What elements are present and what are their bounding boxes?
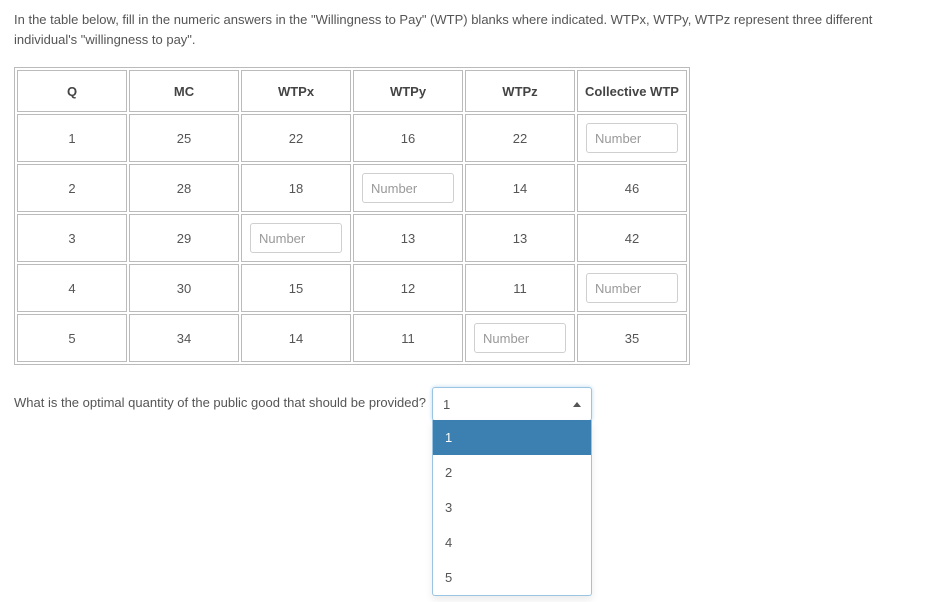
wtpy-input[interactable] bbox=[362, 173, 454, 203]
table-row: 430151211 bbox=[17, 264, 687, 312]
dropdown-option[interactable]: 3 bbox=[433, 490, 591, 525]
wtp-table: Q MC WTPx WTPy WTPz Collective WTP 12522… bbox=[14, 67, 690, 365]
wtpx-cell: 14 bbox=[241, 314, 351, 362]
wtpy-cell: 16 bbox=[353, 114, 463, 162]
cwtp-cell: 46 bbox=[577, 164, 687, 212]
cwtp-input[interactable] bbox=[586, 273, 678, 303]
dropdown-option[interactable]: 2 bbox=[433, 455, 591, 490]
q-cell: 3 bbox=[17, 214, 127, 262]
mc-cell: 29 bbox=[129, 214, 239, 262]
instructions-text: In the table below, fill in the numeric … bbox=[14, 10, 924, 49]
question-text: What is the optimal quantity of the publ… bbox=[14, 387, 426, 410]
dropdown-option[interactable]: 1 bbox=[433, 420, 591, 455]
wtpz-cell: 14 bbox=[465, 164, 575, 212]
header-cwtp: Collective WTP bbox=[577, 70, 687, 112]
q-cell: 4 bbox=[17, 264, 127, 312]
dropdown-option[interactable]: 5 bbox=[433, 560, 591, 595]
wtpx-cell: 15 bbox=[241, 264, 351, 312]
q-cell: 5 bbox=[17, 314, 127, 362]
header-q: Q bbox=[17, 70, 127, 112]
quantity-dropdown[interactable]: 1 12345 bbox=[432, 387, 592, 421]
wtpx-cell: 18 bbox=[241, 164, 351, 212]
cwtp-input[interactable] bbox=[586, 123, 678, 153]
wtpz-cell: 13 bbox=[465, 214, 575, 262]
mc-cell: 25 bbox=[129, 114, 239, 162]
header-wtpz: WTPz bbox=[465, 70, 575, 112]
mc-cell: 28 bbox=[129, 164, 239, 212]
mc-cell: 34 bbox=[129, 314, 239, 362]
wtpz-cell: 11 bbox=[465, 264, 575, 312]
wtpx-input[interactable] bbox=[250, 223, 342, 253]
cwtp-cell: 42 bbox=[577, 214, 687, 262]
cwtp-cell: 35 bbox=[577, 314, 687, 362]
wtpx-cell: 22 bbox=[241, 114, 351, 162]
q-cell: 1 bbox=[17, 114, 127, 162]
table-header-row: Q MC WTPx WTPy WTPz Collective WTP bbox=[17, 70, 687, 112]
caret-up-icon bbox=[573, 402, 581, 407]
header-mc: MC bbox=[129, 70, 239, 112]
header-wtpy: WTPy bbox=[353, 70, 463, 112]
wtpz-input[interactable] bbox=[474, 323, 566, 353]
wtpy-cell: 11 bbox=[353, 314, 463, 362]
table-row: 125221622 bbox=[17, 114, 687, 162]
table-row: 22818 1446 bbox=[17, 164, 687, 212]
table-row: 5341411 35 bbox=[17, 314, 687, 362]
header-wtpx: WTPx bbox=[241, 70, 351, 112]
mc-cell: 30 bbox=[129, 264, 239, 312]
dropdown-selected-value: 1 bbox=[443, 397, 450, 412]
table-row: 329131342 bbox=[17, 214, 687, 262]
wtpy-cell: 13 bbox=[353, 214, 463, 262]
q-cell: 2 bbox=[17, 164, 127, 212]
dropdown-list[interactable]: 12345 bbox=[432, 420, 592, 596]
dropdown-option[interactable]: 4 bbox=[433, 525, 591, 560]
wtpy-cell: 12 bbox=[353, 264, 463, 312]
wtpz-cell: 22 bbox=[465, 114, 575, 162]
dropdown-button[interactable]: 1 bbox=[432, 387, 592, 421]
